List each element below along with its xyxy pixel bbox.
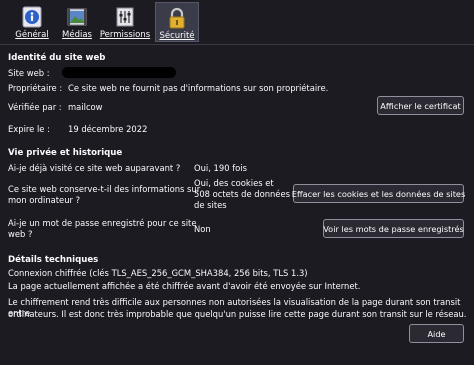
cookies-answer-line2: 508 octets de données <box>194 189 290 199</box>
clear-cookies-button[interactable]: Effacer les cookies et les données de si… <box>292 184 465 203</box>
site-redaction <box>62 67 176 78</box>
cookies-answer-line1: Oui, des cookies et <box>194 178 274 188</box>
verified-value: mailcow <box>68 102 103 112</box>
lock-icon <box>169 7 185 29</box>
verified-label: Vérifiée par : <box>8 102 62 112</box>
technical-line4: ordinateurs. Il est donc très improbable… <box>8 309 467 319</box>
visited-question: Ai-je déjà visité ce site web auparavant… <box>8 163 181 173</box>
help-button[interactable]: Aide <box>409 324 464 343</box>
technical-section-title: Détails techniques <box>8 255 99 265</box>
tab-media[interactable]: Médias <box>58 2 96 42</box>
password-question-line2: web ? <box>8 229 33 239</box>
cookies-answer-line3: de sites <box>194 200 227 210</box>
cookies-question-line2: mon ordinateur ? <box>8 195 81 205</box>
page-info-window: Général Médias Permissions Sécurité Iden… <box>0 0 474 365</box>
owner-label: Propriétaire : <box>8 83 63 93</box>
info-icon <box>22 6 42 28</box>
identity-section-title: Identité du site web <box>8 53 106 63</box>
expires-value: 19 décembre 2022 <box>68 124 148 134</box>
cookies-question-line1: Ce site web conserve-t-il des informatio… <box>8 184 201 194</box>
tab-general[interactable]: Général <box>12 2 52 42</box>
password-answer: Non <box>194 224 211 234</box>
security-panel: Identité du site web Site web : Propriét… <box>0 45 474 365</box>
tab-permissions-label: Permissions <box>99 30 151 40</box>
tab-general-label: Général <box>15 30 49 40</box>
media-icon <box>67 8 87 26</box>
visited-answer: Oui, 190 fois <box>194 163 247 173</box>
tab-permissions[interactable]: Permissions <box>99 2 151 42</box>
tab-toolbar: Général Médias Permissions Sécurité <box>0 0 474 45</box>
privacy-section-title: Vie privée et historique <box>8 148 123 158</box>
site-label: Site web : <box>8 68 50 78</box>
tab-security-label: Sécurité <box>159 31 195 41</box>
password-question-line1: Ai-je un mot de passe enregistré pour ce… <box>8 218 197 228</box>
tab-security[interactable]: Sécurité <box>155 2 199 42</box>
tab-media-label: Médias <box>62 30 92 40</box>
show-certificate-button[interactable]: Afficher le certificat <box>377 96 464 115</box>
expires-label: Expire le : <box>8 124 50 134</box>
owner-value: Ce site web ne fournit pas d'information… <box>68 83 329 93</box>
technical-line2: La page actuellement affichée a été chif… <box>8 281 361 291</box>
technical-line1: Connexion chiffrée (clés TLS_AES_256_GCM… <box>8 268 308 278</box>
view-passwords-button[interactable]: Voir les mots de passe enregistrés <box>323 219 464 238</box>
permissions-icon <box>116 7 134 27</box>
